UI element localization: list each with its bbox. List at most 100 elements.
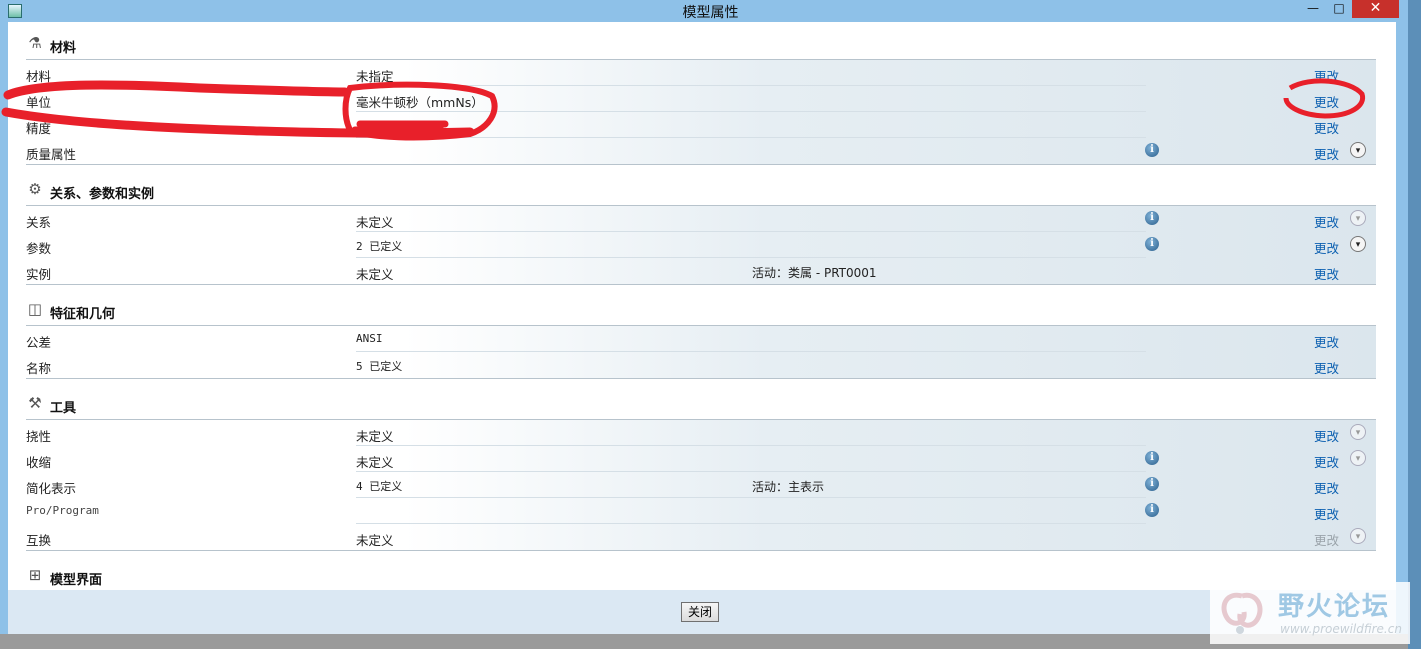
property-label: 收缩	[26, 455, 52, 470]
change-link[interactable]: 更改	[1314, 358, 1339, 377]
change-link[interactable]: 更改	[1314, 238, 1339, 257]
info-icon[interactable]: i	[1145, 477, 1159, 491]
property-label: 参数	[26, 241, 52, 256]
section-header: ⚗ 材料	[8, 26, 1396, 60]
change-link[interactable]: 更改	[1314, 504, 1339, 523]
close-window-button[interactable]: ✕	[1352, 0, 1399, 18]
property-row: 单位 毫米牛顿秒（mmNs） 更改	[26, 86, 1376, 112]
material-icon: ⚗	[28, 34, 42, 52]
window-title: 模型属性	[682, 5, 739, 21]
section-body: 挠性 未定义 更改 ▾ 收缩 未定义 i 更改 ▾ 简化表示 4 已定义 活动：主表示 i 更改 Pro/P…	[26, 420, 1376, 551]
property-row: 精度 更改	[26, 112, 1376, 138]
change-link[interactable]: 更改	[1314, 66, 1339, 85]
info-icon[interactable]: i	[1145, 237, 1159, 251]
expand-chevron-icon[interactable]: ▾	[1350, 210, 1366, 226]
change-link[interactable]: 更改	[1314, 332, 1339, 351]
change-link[interactable]: 更改	[1314, 426, 1339, 445]
property-label: 公差	[26, 335, 52, 350]
property-row: 公差 ANSI 更改	[26, 326, 1376, 352]
change-link[interactable]: 更改	[1314, 264, 1339, 283]
property-value: 2 已定义	[356, 240, 403, 253]
change-link[interactable]: 更改	[1314, 452, 1339, 471]
section-header: ◫ 特征和几何	[8, 292, 1396, 326]
section-header: ⚒ 工具	[8, 386, 1396, 420]
section-title: 关系、参数和实例	[50, 187, 155, 202]
forum-logo-icon	[1221, 592, 1263, 634]
desktop-background	[1408, 0, 1421, 649]
property-value: 4 已定义	[356, 480, 403, 493]
change-link: 更改	[1314, 533, 1340, 548]
dialog-footer: 关闭	[8, 590, 1396, 634]
change-link[interactable]: 更改	[1314, 478, 1339, 497]
info-icon[interactable]: i	[1145, 451, 1159, 465]
property-row: 名称 5 已定义 更改	[26, 352, 1376, 378]
property-row: 实例 未定义 活动：类属 - PRT0001 更改	[26, 258, 1376, 284]
property-label: 单位	[26, 95, 52, 110]
section-title: 工具	[50, 401, 77, 416]
info-icon[interactable]: i	[1145, 503, 1159, 517]
property-value: ANSI	[356, 332, 383, 345]
property-value: 5 已定义	[356, 360, 403, 373]
title-bar[interactable]: 模型属性 — □ ✕	[0, 0, 1421, 22]
window-frame-left	[0, 22, 8, 634]
property-active-state: 活动：类属 - PRT0001	[752, 266, 877, 280]
property-label: 挠性	[26, 429, 52, 444]
property-row: 挠性 未定义 更改 ▾	[26, 420, 1376, 446]
property-label: 材料	[26, 69, 52, 84]
section-header: ⚙ 关系、参数和实例	[8, 172, 1396, 206]
relations-icon: ⚙	[28, 180, 42, 198]
section-body: 材料 未指定 更改 单位 毫米牛顿秒（mmNs） 更改 精度 更改 质量属性 i 更改 ▾	[26, 60, 1376, 165]
expand-chevron-icon[interactable]: ▾	[1350, 450, 1366, 466]
property-row: 参数 2 已定义 i 更改 ▾	[26, 232, 1376, 258]
property-value: 未定义	[356, 455, 394, 470]
property-label: 精度	[26, 121, 52, 136]
change-link[interactable]: 更改	[1314, 144, 1339, 163]
property-row: 简化表示 4 已定义 活动：主表示 i 更改	[26, 472, 1376, 498]
property-row: 互换 未定义 更改 ▾	[26, 524, 1376, 550]
property-row: 质量属性 i 更改 ▾	[26, 138, 1376, 164]
property-row: 材料 未指定 更改	[26, 60, 1376, 86]
window-frame-right	[1396, 22, 1408, 634]
close-button[interactable]: 关闭	[681, 602, 719, 622]
property-value: 未定义	[356, 429, 394, 444]
section-title: 特征和几何	[50, 307, 116, 322]
section-title: 模型界面	[50, 573, 103, 588]
model-interface-icon: ⊞	[28, 566, 42, 584]
background-strip	[0, 634, 1408, 649]
info-icon[interactable]: i	[1145, 211, 1159, 225]
watermark-name: 野火论坛	[1278, 592, 1391, 622]
property-label: 关系	[26, 215, 52, 230]
change-link[interactable]: 更改	[1314, 118, 1339, 137]
features-icon: ◫	[27, 300, 43, 318]
property-label: 实例	[26, 267, 52, 282]
minimize-button[interactable]: —	[1300, 0, 1326, 18]
property-label: 简化表示	[26, 481, 77, 496]
expand-chevron-icon[interactable]: ▾	[1350, 236, 1366, 252]
info-icon[interactable]: i	[1145, 143, 1159, 157]
expand-chevron-icon[interactable]: ▾	[1350, 424, 1366, 440]
section-body: 关系 未定义 i 更改 ▾ 参数 2 已定义 i 更改 ▾ 实例 未定义 活动：类属 - PRT0001…	[26, 206, 1376, 285]
property-value: 未定义	[356, 215, 394, 230]
property-label: 互换	[26, 533, 52, 548]
watermark: 野火论坛 www.proewildfire.cn	[1210, 582, 1410, 644]
expand-chevron-icon[interactable]: ▾	[1350, 528, 1366, 544]
property-value: 毫米牛顿秒（mmNs）	[356, 95, 484, 110]
section-header: ⊞ 模型界面	[8, 558, 1396, 590]
property-active-state: 活动：主表示	[752, 480, 825, 494]
tools-icon: ⚒	[28, 394, 42, 412]
property-row: 收缩 未定义 i 更改 ▾	[26, 446, 1376, 472]
expand-chevron-icon[interactable]: ▾	[1350, 142, 1366, 158]
maximize-button[interactable]: □	[1326, 0, 1352, 18]
section-body: 公差 ANSI 更改 名称 5 已定义 更改	[26, 326, 1376, 379]
section-title: 材料	[50, 41, 77, 56]
property-label: Pro/Program	[26, 504, 99, 517]
property-label: 名称	[26, 361, 52, 376]
change-link[interactable]: 更改	[1314, 92, 1339, 111]
property-row: 关系 未定义 i 更改 ▾	[26, 206, 1376, 232]
change-link[interactable]: 更改	[1314, 212, 1339, 231]
properties-panel: ⚗ 材料 材料 未指定 更改 单位 毫米牛顿秒（mmNs） 更改 精度 更改 质量属性 i 更改 ▾ ⚙ 关系…	[8, 22, 1396, 590]
property-row: Pro/Program i 更改	[26, 498, 1376, 524]
property-value: 未定义	[356, 533, 394, 548]
watermark-url: www.proewildfire.cn	[1280, 622, 1402, 636]
property-value: 未定义	[356, 267, 394, 282]
